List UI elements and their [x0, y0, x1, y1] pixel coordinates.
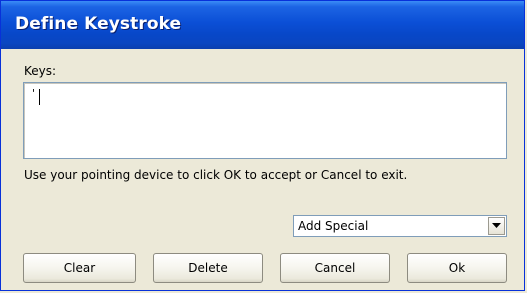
- define-keystroke-dialog: Define Keystroke Keys: ' Use your pointi…: [0, 0, 525, 291]
- cancel-button[interactable]: Cancel: [280, 253, 390, 283]
- keys-label: Keys:: [24, 64, 57, 78]
- text-caret: [39, 89, 40, 105]
- add-special-dropdown[interactable]: Add Special: [293, 215, 507, 237]
- window-title: Define Keystroke: [15, 14, 182, 34]
- chevron-down-icon: [492, 223, 501, 228]
- instruction-text: Use your pointing device to click OK to …: [24, 168, 408, 182]
- keys-value: ': [32, 87, 36, 100]
- title-bar[interactable]: Define Keystroke: [1, 1, 524, 49]
- dropdown-button[interactable]: [488, 217, 505, 235]
- ok-button[interactable]: Ok: [407, 253, 507, 283]
- clear-button[interactable]: Clear: [23, 253, 136, 283]
- keys-input[interactable]: ': [23, 82, 507, 159]
- delete-button[interactable]: Delete: [153, 253, 263, 283]
- add-special-selected: Add Special: [298, 219, 369, 233]
